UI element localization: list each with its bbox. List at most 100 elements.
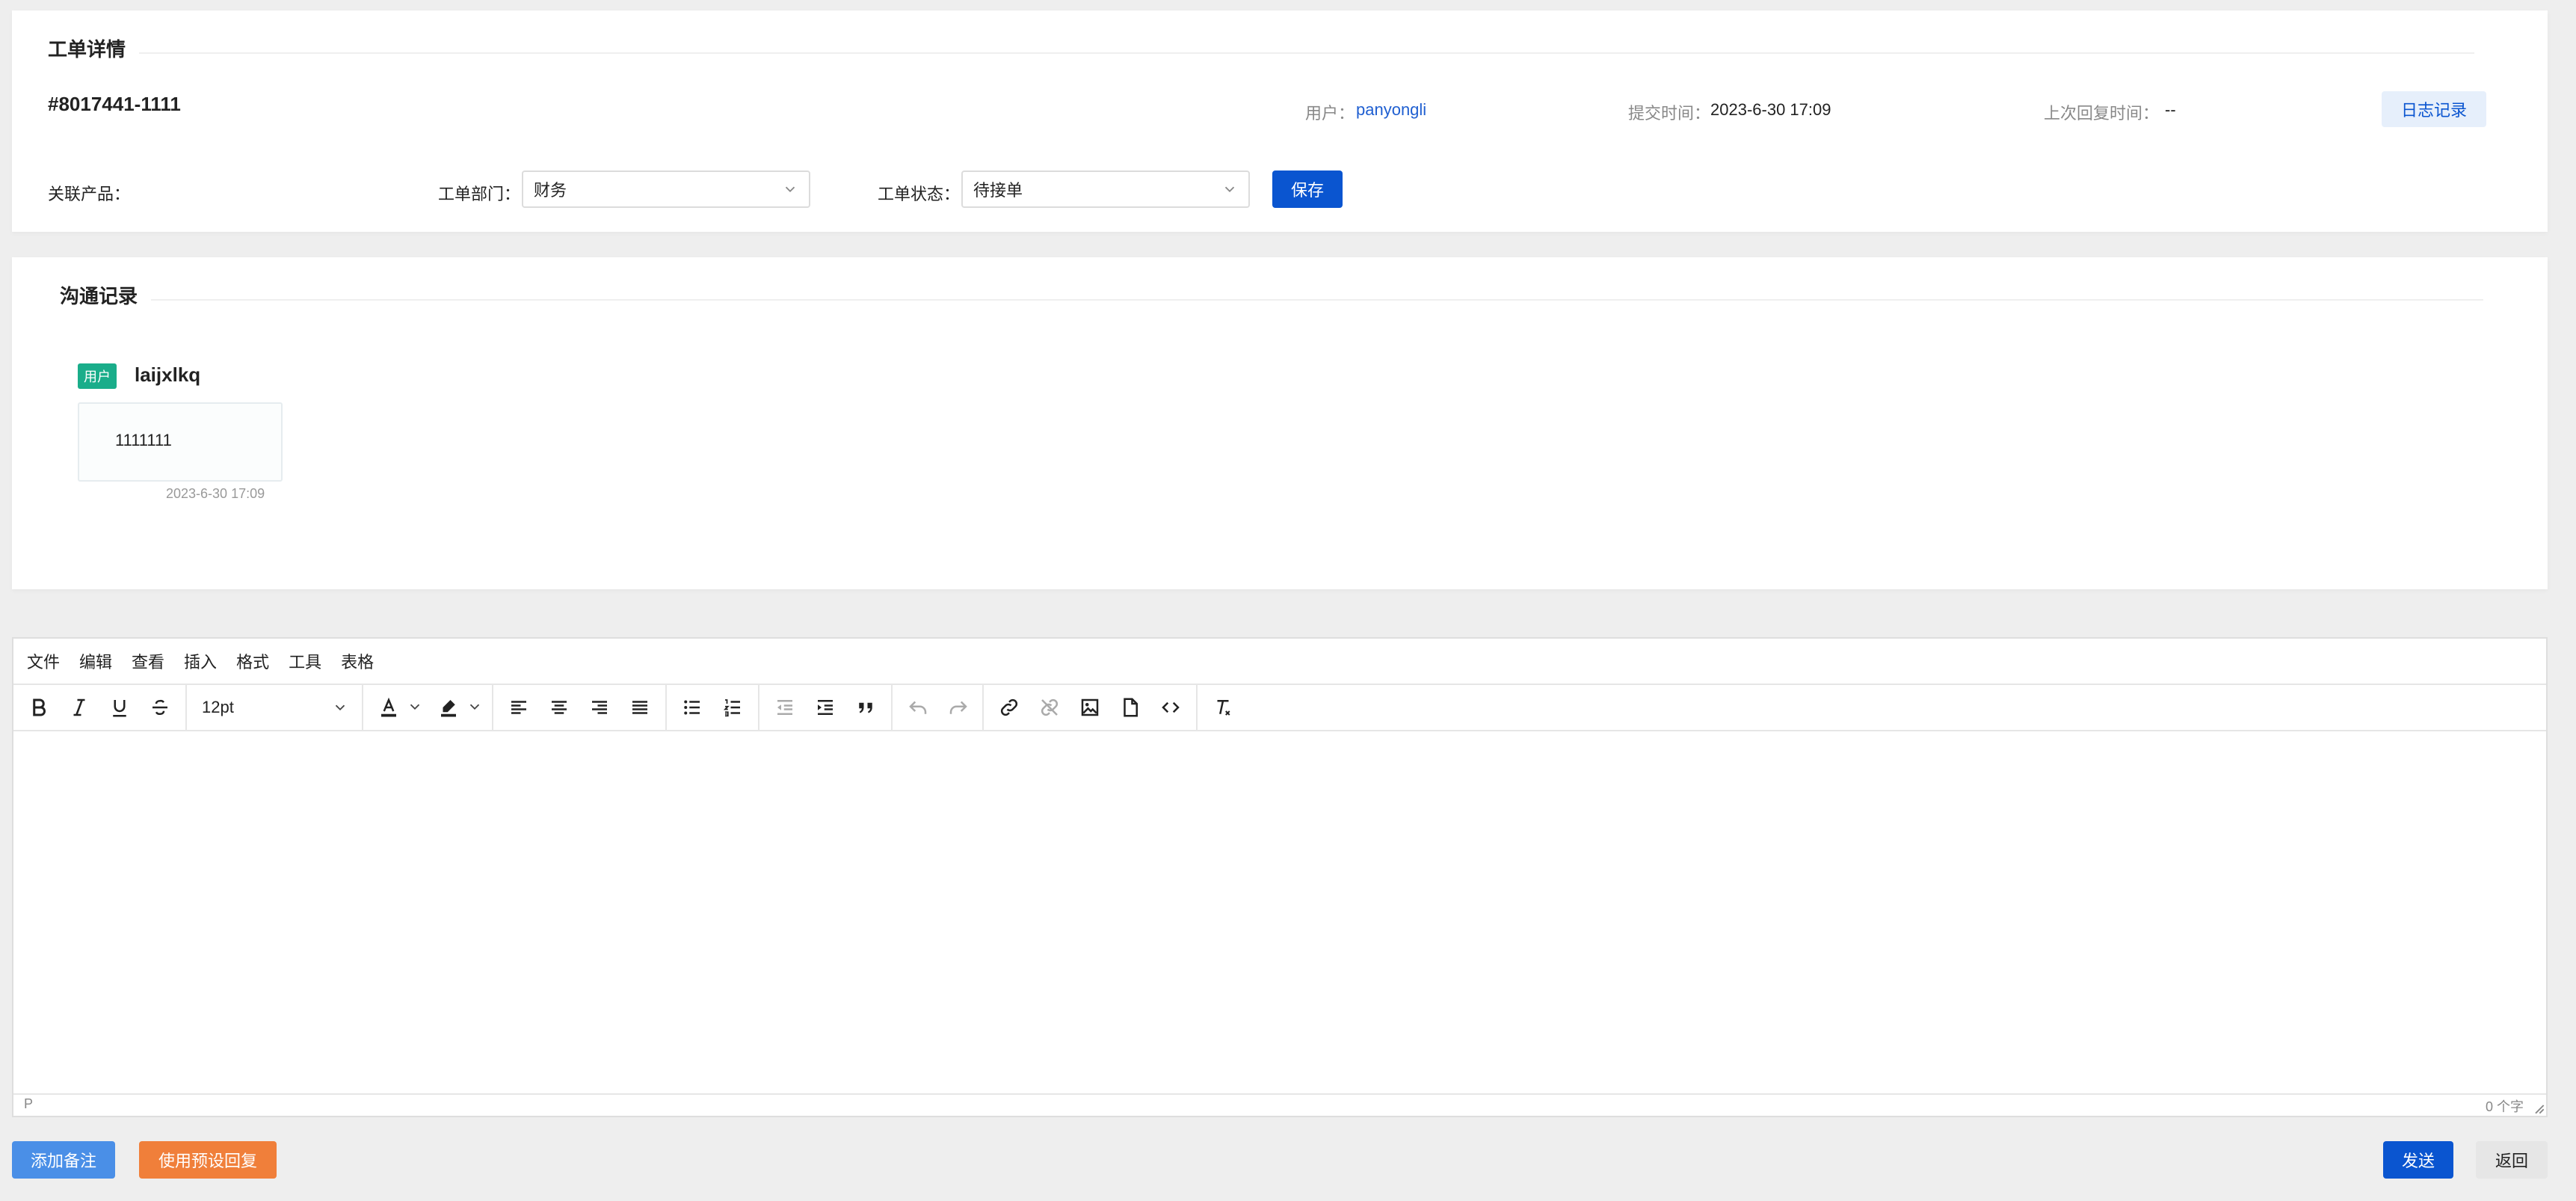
bullet-list-icon — [684, 700, 700, 715]
toolbar-separator — [185, 685, 187, 730]
numbered-list-button[interactable] — [715, 689, 751, 725]
italic-icon — [73, 698, 85, 716]
code-icon — [1162, 701, 1180, 713]
strikethrough-icon — [152, 699, 167, 716]
last-reply-label: 上次回复时间： — [2044, 104, 2160, 123]
status-label: 工单状态： — [878, 185, 961, 203]
align-right-button[interactable] — [582, 689, 617, 725]
chevron-down-icon — [785, 186, 795, 193]
dept-select[interactable]: 财务 — [522, 171, 810, 208]
editor-content-area[interactable] — [13, 731, 2546, 1095]
remove-link-button[interactable] — [1032, 689, 1067, 725]
toolbar-separator — [891, 685, 893, 730]
menu-format[interactable]: 格式 — [236, 649, 269, 673]
menu-edit[interactable]: 编辑 — [79, 649, 112, 673]
undo-icon — [909, 701, 927, 714]
highlight-color-dropdown[interactable] — [466, 698, 483, 716]
preset-reply-button[interactable]: 使用预设回复 — [139, 1141, 277, 1179]
menu-tools[interactable]: 工具 — [289, 649, 321, 673]
user-label: 用户： — [1305, 104, 1355, 123]
align-justify-icon — [632, 701, 647, 714]
dept-label: 工单部门： — [438, 185, 521, 203]
align-left-icon — [511, 701, 526, 714]
text-color-dropdown[interactable] — [407, 698, 423, 716]
chevron-down-icon — [410, 704, 420, 710]
ticket-detail-card: 工单详情 #8017441-1111 用户： panyongli 提交时间： 2… — [12, 10, 2548, 232]
user-link[interactable]: panyongli — [1356, 100, 1426, 120]
redo-icon — [949, 701, 967, 714]
communication-section-title: 沟通记录 — [60, 285, 138, 307]
ticket-id: #8017441-1111 — [48, 93, 181, 115]
dept-select-value: 财务 — [534, 181, 567, 200]
highlight-color-button[interactable] — [431, 689, 466, 725]
outdent-icon — [777, 700, 792, 715]
font-size-select[interactable]: 12pt — [193, 689, 357, 725]
toolbar-separator — [362, 685, 363, 730]
product-label: 关联产品： — [48, 185, 131, 203]
toolbar-separator — [982, 685, 984, 730]
align-right-icon — [592, 701, 607, 714]
source-code-button[interactable] — [1153, 689, 1189, 725]
bold-button[interactable] — [21, 689, 57, 725]
strikethrough-button[interactable] — [142, 689, 178, 725]
send-button[interactable]: 发送 — [2383, 1141, 2453, 1179]
text-color-icon — [381, 697, 396, 717]
insert-image-button[interactable] — [1072, 689, 1108, 725]
outdent-button[interactable] — [767, 689, 803, 725]
message-bubble: 1111111 — [78, 402, 283, 482]
indent-button[interactable] — [807, 689, 843, 725]
menu-file[interactable]: 文件 — [27, 649, 60, 673]
bold-icon — [33, 698, 46, 716]
submit-time-label: 提交时间： — [1628, 104, 1711, 123]
blockquote-button[interactable] — [848, 689, 884, 725]
clear-format-button[interactable] — [1205, 689, 1241, 725]
italic-button[interactable] — [61, 689, 97, 725]
back-button[interactable]: 返回 — [2476, 1141, 2548, 1179]
ticket-title-divider — [139, 52, 2474, 54]
status-select[interactable]: 待接单 — [961, 171, 1250, 208]
file-icon — [1124, 698, 1138, 717]
editor-menubar: 文件 编辑 查看 插入 格式 工具 表格 — [13, 639, 2546, 685]
underline-button[interactable] — [102, 689, 138, 725]
align-left-button[interactable] — [501, 689, 537, 725]
toolbar-separator — [492, 685, 493, 730]
chevron-down-icon — [469, 704, 480, 710]
clear-format-icon — [1217, 700, 1230, 716]
message-content: 1111111 — [115, 431, 172, 449]
ticket-section-title: 工单详情 — [48, 38, 126, 61]
bullet-list-button[interactable] — [674, 689, 710, 725]
message-time: 2023-6-30 17:09 — [166, 486, 265, 501]
insert-link-button[interactable] — [991, 689, 1027, 725]
chevron-down-icon — [1224, 186, 1235, 193]
menu-insert[interactable]: 插入 — [184, 649, 217, 673]
rich-text-editor: 文件 编辑 查看 插入 格式 工具 表格 12pt P 0 个字 — [12, 637, 2548, 1117]
last-reply-value: -- — [2165, 100, 2176, 119]
user-tag: 用户 — [78, 363, 117, 389]
font-size-value: 12pt — [202, 698, 234, 716]
redo-button[interactable] — [940, 689, 976, 725]
add-note-button[interactable]: 添加备注 — [12, 1141, 115, 1179]
quote-icon — [859, 702, 872, 713]
resize-handle-icon[interactable] — [2533, 1102, 2545, 1114]
menu-table[interactable]: 表格 — [341, 649, 374, 673]
numbered-list-icon — [723, 699, 740, 717]
text-color-button[interactable] — [371, 689, 407, 725]
toolbar-separator — [665, 685, 667, 730]
menu-view[interactable]: 查看 — [132, 649, 164, 673]
toolbar-separator — [758, 685, 759, 730]
highlighter-icon — [441, 700, 456, 717]
undo-button[interactable] — [900, 689, 936, 725]
editor-statusbar: P 0 个字 — [13, 1093, 2546, 1116]
element-path[interactable]: P — [24, 1096, 33, 1112]
status-select-value: 待接单 — [973, 181, 1023, 200]
insert-file-button[interactable] — [1112, 689, 1148, 725]
communication-card: 沟通记录 用户 laijxlkq 1111111 2023-6-30 17:09 — [12, 257, 2548, 589]
log-record-button[interactable]: 日志记录 — [2382, 91, 2486, 127]
word-count: 0 个字 — [2485, 1099, 2524, 1114]
align-justify-button[interactable] — [622, 689, 658, 725]
align-center-icon — [552, 701, 567, 714]
align-center-button[interactable] — [541, 689, 577, 725]
message-author: laijxlkq — [135, 363, 201, 386]
unlink-icon — [1041, 698, 1059, 716]
save-button[interactable]: 保存 — [1272, 171, 1343, 208]
